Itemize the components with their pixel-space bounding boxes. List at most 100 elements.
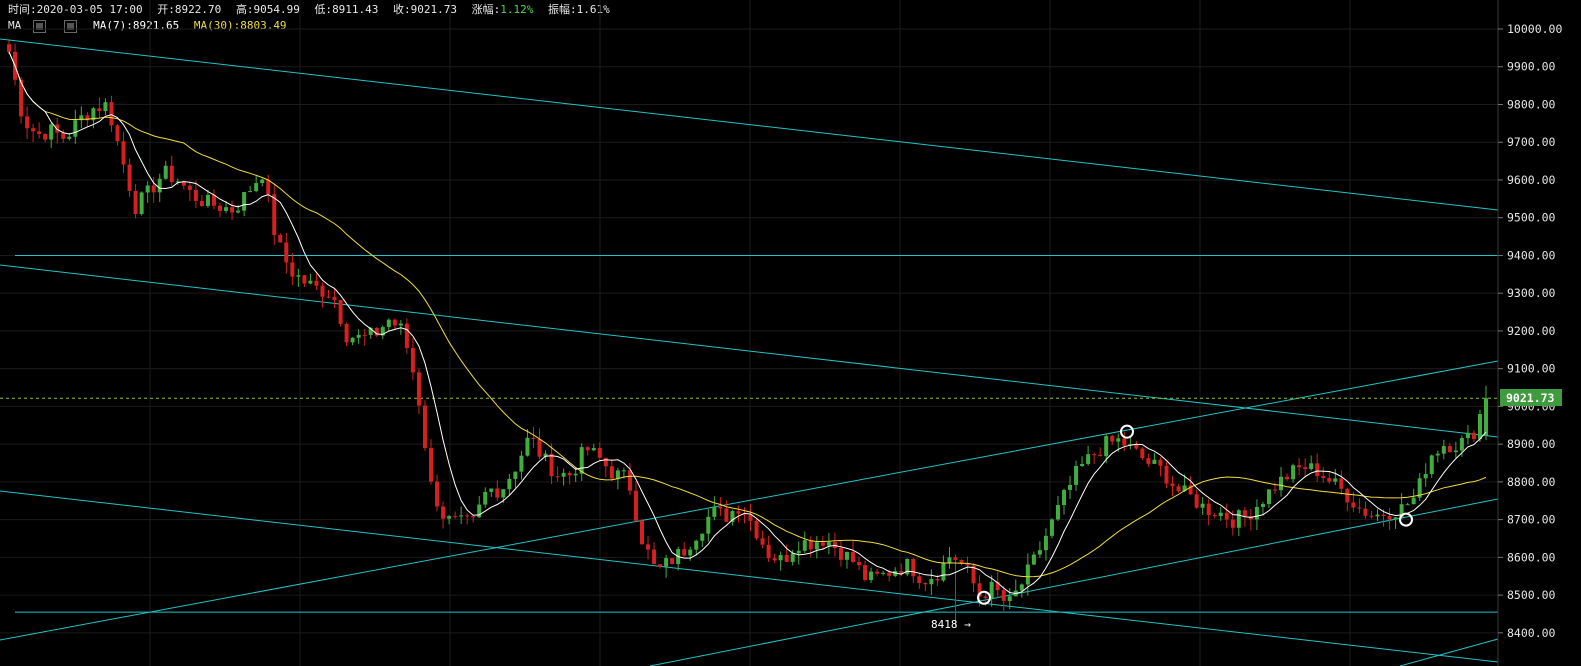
candle-body: [1363, 508, 1368, 516]
price-axis-tick-label: 9200.00: [1507, 324, 1556, 338]
price-axis[interactable]: 8400.00 8500.00 8600.00 8700.00 8800.00 8900.…: [1498, 22, 1562, 640]
candle-body: [1074, 466, 1079, 485]
candle-body: [1285, 476, 1290, 480]
candle-body: [1110, 436, 1115, 442]
candle-body: [1055, 505, 1060, 520]
candle-body: [1321, 476, 1326, 479]
candle-body: [911, 558, 916, 577]
candle-body: [1254, 506, 1259, 520]
price-axis-tick-label: 9300.00: [1507, 286, 1556, 300]
candle-body: [218, 205, 222, 211]
candle-body: [404, 323, 409, 348]
candle-body: [1062, 489, 1066, 506]
candle-body: [465, 515, 470, 517]
candle-body: [1369, 515, 1374, 517]
candle-body: [254, 183, 259, 192]
candle-body: [1297, 465, 1302, 468]
candle-body: [422, 405, 427, 449]
candle-body: [917, 576, 922, 584]
candle-body: [1266, 489, 1271, 504]
candlestick-chart[interactable]: 8400.00 8500.00 8600.00 8700.00 8800.00 8900.…: [0, 0, 1581, 666]
candle-body: [633, 490, 638, 521]
candle-body: [61, 132, 66, 139]
candle-body: [736, 511, 741, 514]
candle-body: [350, 337, 355, 343]
candle-body: [109, 102, 114, 126]
candle-body: [929, 579, 934, 585]
candle-body: [1158, 459, 1163, 466]
candle-body: [1164, 465, 1169, 484]
candle-body: [863, 565, 868, 581]
candle-body: [199, 200, 204, 207]
candle-body: [290, 262, 295, 277]
candle-body: [308, 280, 313, 284]
candle-body: [1086, 454, 1091, 464]
candle-body: [435, 481, 440, 507]
candle-body: [603, 457, 608, 467]
candle-body: [205, 194, 210, 207]
candle-body: [1260, 503, 1265, 507]
trendline: [649, 498, 1499, 666]
candle-body: [621, 470, 626, 472]
candle-body: [1441, 446, 1446, 454]
candle-body: [1405, 504, 1410, 506]
candle-body: [314, 280, 319, 286]
candle-body: [139, 192, 144, 215]
touch-markers: [977, 424, 1413, 605]
candle-body: [1140, 448, 1145, 459]
candle-body: [320, 285, 325, 297]
candle-body: [187, 185, 192, 190]
candle-body: [627, 470, 632, 491]
candle-body: [519, 455, 524, 472]
candle-body: [1068, 484, 1073, 490]
candle-body: [67, 136, 72, 139]
trendline: [0, 360, 1499, 641]
candle-body: [1116, 438, 1121, 442]
candle-body: [826, 542, 831, 546]
candle-body: [362, 334, 367, 336]
last-price-label: 9021.73: [1506, 391, 1555, 405]
candle-body: [531, 437, 536, 440]
candle-body: [615, 470, 620, 479]
candle-body: [1206, 503, 1211, 516]
candle-body: [356, 334, 361, 338]
candle-body: [549, 453, 554, 477]
candle-body: [573, 473, 578, 476]
candle-body: [1279, 476, 1284, 491]
candle-body: [1049, 519, 1054, 536]
candle-body: [416, 372, 421, 406]
candle-body: [682, 549, 687, 556]
candle-body: [1387, 516, 1392, 520]
candle-body: [935, 579, 940, 581]
trendline: [0, 264, 1499, 438]
candle-body: [248, 191, 253, 193]
candle-body: [1092, 454, 1097, 456]
candle-body: [1098, 454, 1103, 457]
candle-body: [1200, 503, 1205, 508]
candle-body: [760, 538, 765, 545]
candle-body: [748, 514, 753, 521]
candle-body: [242, 192, 247, 211]
candle-body: [585, 447, 590, 451]
candle-body: [640, 520, 644, 545]
low-price-annotation: 8418 →: [931, 618, 971, 631]
candle-body: [133, 190, 138, 215]
candle-body: [1242, 510, 1247, 517]
candle-body: [1393, 517, 1398, 520]
candle-body: [1230, 519, 1235, 528]
candle-body: [941, 562, 946, 581]
candle-body: [1351, 502, 1356, 508]
candle-body: [1327, 478, 1332, 482]
candle-body: [1122, 438, 1127, 446]
candle-body: [1152, 459, 1157, 464]
candle-body: [1291, 465, 1296, 480]
candle-body: [441, 506, 446, 519]
candle-body: [851, 551, 855, 562]
candle-body: [7, 44, 11, 52]
candle-body: [489, 488, 494, 492]
candle-body: [1025, 564, 1030, 585]
ma30-path: [8, 51, 1487, 578]
candle-body: [724, 508, 729, 522]
candle-body: [597, 448, 602, 458]
candle-body: [398, 323, 403, 326]
